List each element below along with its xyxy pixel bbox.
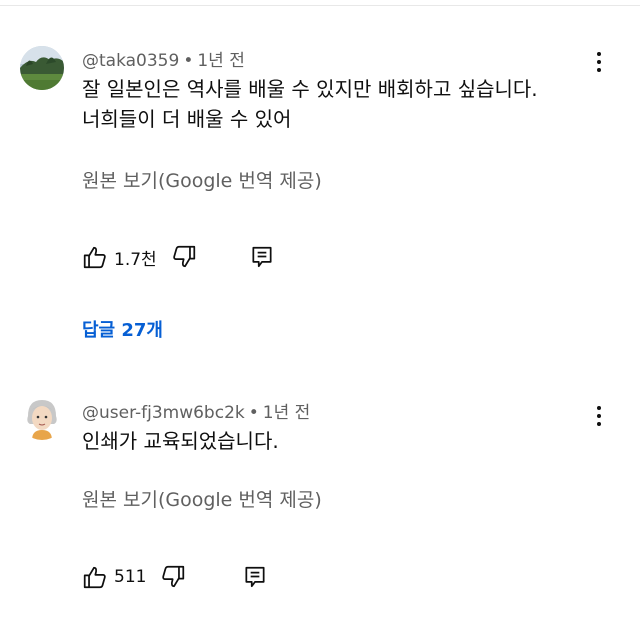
comment-author-line: @taka0359 • 1년 전 bbox=[82, 46, 245, 71]
more-options-button[interactable] bbox=[589, 48, 609, 76]
see-original-button[interactable]: 원본 보기(Google 번역 제공) bbox=[82, 485, 322, 512]
thumbs-down-icon bbox=[162, 565, 185, 588]
comment-actions: 511 bbox=[82, 562, 268, 592]
author-handle[interactable]: @user-fj3mw6bc2k bbox=[82, 403, 245, 423]
reply-button[interactable] bbox=[242, 564, 268, 590]
separator-dot: • bbox=[183, 51, 194, 71]
comment-actions: 1.7천 bbox=[82, 242, 275, 272]
comment-time[interactable]: 1년 전 bbox=[263, 403, 311, 423]
reply-button[interactable] bbox=[249, 244, 275, 270]
top-divider bbox=[0, 5, 640, 6]
thumbs-down-icon bbox=[172, 245, 195, 268]
reply-comment-icon bbox=[245, 566, 265, 588]
dislike-button[interactable] bbox=[160, 564, 186, 590]
separator-dot: • bbox=[248, 403, 259, 423]
comment-text-line: 인쇄가 교육되었습니다. bbox=[82, 429, 279, 453]
dislike-button[interactable] bbox=[171, 244, 197, 270]
comment-text: 잘 일본인은 역사를 배울 수 있지만 배회하고 싶습니다. 너희들이 더 배울… bbox=[82, 74, 602, 134]
avatar[interactable] bbox=[20, 396, 64, 440]
like-count: 511 bbox=[114, 567, 147, 587]
thumbs-up-icon bbox=[83, 246, 106, 269]
landscape-avatar-icon bbox=[20, 46, 64, 90]
avatar[interactable] bbox=[20, 46, 64, 90]
thumbs-up-icon bbox=[83, 566, 106, 589]
view-replies-button[interactable]: 답글 27개 bbox=[82, 316, 163, 342]
reply-comment-icon bbox=[252, 246, 272, 268]
comment-time[interactable]: 1년 전 bbox=[197, 51, 245, 71]
see-original-button[interactable]: 원본 보기(Google 번역 제공) bbox=[82, 166, 322, 193]
comment-text-line: 잘 일본인은 역사를 배울 수 있지만 배회하고 싶습니다. bbox=[82, 77, 538, 101]
like-button[interactable] bbox=[82, 244, 108, 270]
comment-author-line: @user-fj3mw6bc2k • 1년 전 bbox=[82, 398, 310, 423]
cartoon-person-avatar-icon bbox=[20, 396, 64, 440]
like-button[interactable] bbox=[82, 564, 108, 590]
like-count: 1.7천 bbox=[114, 249, 157, 270]
comment-text-line: 너희들이 더 배울 수 있어 bbox=[82, 107, 292, 131]
author-handle[interactable]: @taka0359 bbox=[82, 51, 179, 71]
comment-text: 인쇄가 교육되었습니다. bbox=[82, 426, 602, 456]
